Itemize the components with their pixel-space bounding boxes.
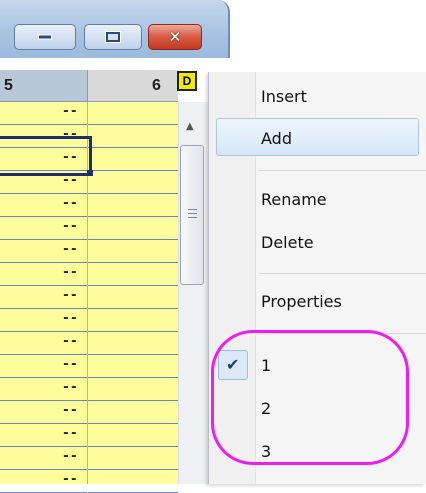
table-cell[interactable]: [88, 217, 178, 240]
scroll-up-arrow-icon[interactable]: ▲: [186, 121, 194, 132]
table-cell[interactable]: [88, 102, 178, 125]
table-cell[interactable]: [88, 424, 178, 447]
missing-value: --: [62, 196, 78, 211]
table-cell[interactable]: [88, 470, 178, 493]
table-cell[interactable]: --: [0, 378, 87, 401]
menu-item-label: Insert: [261, 87, 307, 106]
menu-item-label: Delete: [261, 233, 314, 252]
column-header-label: 6: [152, 77, 161, 94]
missing-value: --: [62, 288, 78, 303]
table-cell[interactable]: --: [0, 263, 87, 286]
table-cell[interactable]: [88, 355, 178, 378]
menu-separator: [259, 273, 426, 274]
scrollbar-thumb[interactable]: [180, 145, 204, 285]
table-cell[interactable]: [88, 309, 178, 332]
d-button[interactable]: D: [177, 71, 197, 91]
menu-separator: [259, 170, 426, 171]
missing-value: --: [62, 265, 78, 280]
missing-value: --: [62, 449, 78, 464]
table-cell[interactable]: --: [0, 309, 87, 332]
missing-value: --: [62, 242, 78, 257]
column-header-5[interactable]: 5: [0, 70, 88, 102]
table-cell[interactable]: --: [0, 424, 87, 447]
table-cell[interactable]: --: [0, 240, 87, 263]
missing-value: --: [62, 426, 78, 441]
missing-value: --: [62, 472, 78, 487]
missing-value: --: [62, 403, 78, 418]
fill-handle[interactable]: [87, 170, 93, 176]
table-cell[interactable]: --: [0, 470, 87, 493]
table-cell[interactable]: [88, 125, 178, 148]
table-cell[interactable]: [88, 148, 178, 171]
table-cell[interactable]: [88, 263, 178, 286]
close-icon: ✕: [168, 28, 182, 46]
missing-value: --: [62, 357, 78, 372]
grip-line: [188, 209, 197, 210]
missing-value: --: [62, 104, 78, 119]
menu-item-label: Add: [261, 129, 292, 148]
table-cell[interactable]: --: [0, 447, 87, 470]
table-cell[interactable]: [88, 286, 178, 309]
missing-value: --: [62, 380, 78, 395]
table-cell[interactable]: [88, 194, 178, 217]
minimize-icon: [38, 34, 52, 40]
column-header-6[interactable]: 6: [87, 70, 178, 102]
table-cell[interactable]: --: [0, 332, 87, 355]
table-cell[interactable]: --: [0, 217, 87, 240]
grip-line: [188, 217, 197, 218]
table-cell[interactable]: --: [0, 194, 87, 217]
table-cell[interactable]: [88, 332, 178, 355]
menu-highlight: [216, 118, 419, 156]
table-cell[interactable]: --: [0, 401, 87, 424]
table-cell[interactable]: [88, 401, 178, 424]
maximize-button[interactable]: [84, 24, 142, 50]
highlight-annotation: [211, 330, 409, 465]
minimize-button[interactable]: [14, 24, 76, 50]
missing-value: --: [62, 334, 78, 349]
selected-cell-outline: [0, 136, 92, 176]
table-cell[interactable]: [88, 240, 178, 263]
table-cell[interactable]: [88, 378, 178, 401]
maximize-icon: [105, 31, 121, 43]
table-cell[interactable]: --: [0, 355, 87, 378]
table-cell[interactable]: --: [0, 286, 87, 309]
menu-item-label: Rename: [261, 190, 327, 209]
missing-value: --: [62, 219, 78, 234]
table-cell[interactable]: --: [0, 102, 87, 125]
column-header-label: 5: [4, 77, 13, 94]
grip-line: [188, 213, 197, 214]
menu-item-label: Properties: [261, 292, 342, 311]
missing-value: --: [62, 311, 78, 326]
table-cell[interactable]: [88, 447, 178, 470]
close-button[interactable]: ✕: [148, 24, 202, 50]
table-cell[interactable]: [88, 171, 178, 194]
